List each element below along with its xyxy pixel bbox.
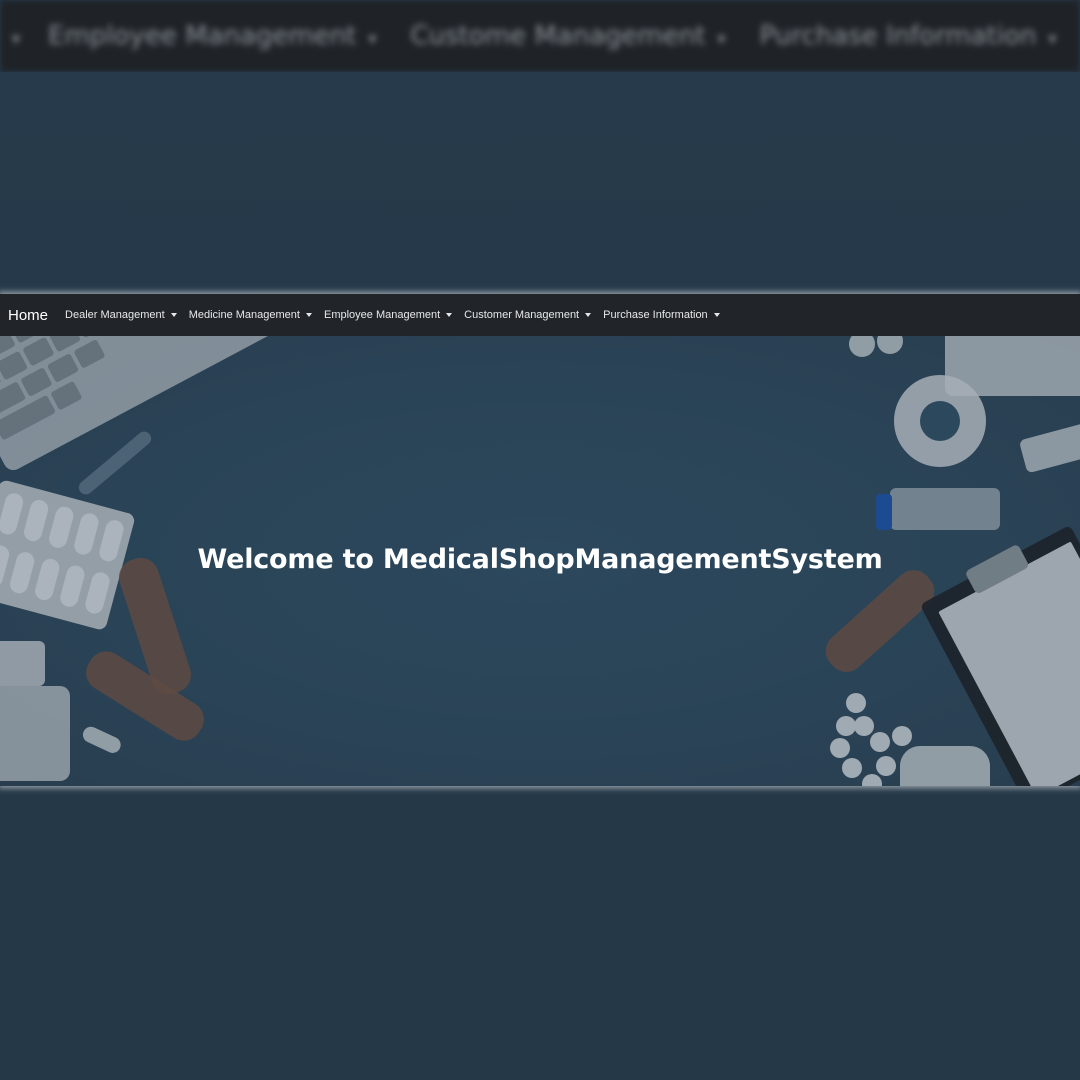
purchase-information-dropdown[interactable]: Purchase Information [603,309,720,321]
chevron-down-icon [585,313,592,317]
nav-label: Customer Management [464,309,580,321]
chevron-down-icon: ▾ [717,29,726,48]
chevron-down-icon [170,313,177,317]
nav-label: Employee Management [323,309,441,321]
blurred-nav-item: Employee Management ▾ [48,21,376,51]
welcome-title: Welcome to MedicalShopManagementSystem [197,544,883,575]
blurred-nav-label: Purchase Information [759,21,1037,51]
chevron-down-icon: ▾ [12,29,21,48]
customer-management-dropdown[interactable]: Customer Management [464,309,592,321]
hero-banner: Welcome to MedicalShopManagementSystem [0,336,1080,786]
nav-label: Purchase Information [603,309,708,321]
home-link[interactable]: Home [8,307,48,324]
chevron-down-icon: ▾ [1048,29,1057,48]
navbar: Home Dealer Management Medicine Manageme… [0,294,1080,336]
chevron-down-icon: ▾ [368,29,377,48]
chevron-down-icon [305,313,312,317]
chevron-down-icon [446,313,453,317]
blurred-nav-label: Employee Management [48,21,357,51]
blurred-nav-item: Custome Management ▾ [410,21,725,51]
chevron-down-icon [713,313,720,317]
dealer-management-dropdown[interactable]: Dealer Management [65,309,177,321]
blurred-nav-label: Custome Management [410,21,706,51]
nav-label: Dealer Management [65,309,165,321]
nav-label: Medicine Management [188,309,300,321]
employee-management-dropdown[interactable]: Employee Management [323,309,453,321]
medicine-management-dropdown[interactable]: Medicine Management [189,309,312,321]
blurred-nav-fragment: ▾ [0,21,20,51]
screenshot-panel: Home Dealer Management Medicine Manageme… [0,294,1080,786]
blurred-navbar: ▾ Employee Management ▾ Custome Managemen… [0,0,1080,72]
blurred-nav-item: Purchase Information ▾ [760,21,1057,51]
